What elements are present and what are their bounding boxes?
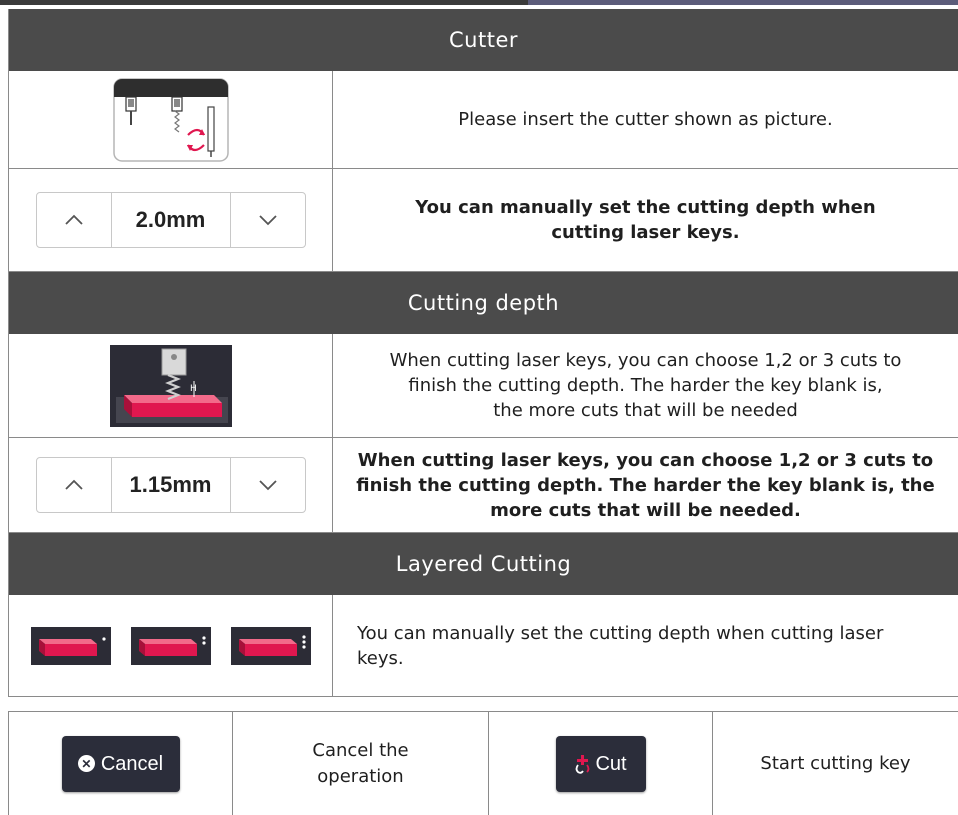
stepper-increase-button[interactable] [37,458,111,512]
depth-image-cell: H [9,334,333,437]
instruction-table: Cutter Please insert the cutter shown as… [8,9,958,697]
cancel-description: Cancel the operation [233,712,489,815]
layered-cutting-description: You can manually set the cutting depth w… [333,595,958,696]
depth-stepper-description: When cutting laser keys, you can choose … [333,438,958,532]
section-header-cutting-depth: Cutting depth [9,272,958,334]
cut-button-label: Cut [595,752,627,775]
description-line: You can manually set the cutting depth w… [357,622,884,644]
stepper-decrease-button[interactable] [231,193,305,247]
description-line: finish the cutting depth. The harder the… [356,474,935,496]
table-row: Please insert the cutter shown as pictur… [9,71,958,169]
depth-stepper-cell: 2.0mm [9,169,333,271]
description-line: When cutting laser keys, you can choose … [389,350,902,371]
svg-text:H: H [190,384,197,394]
description-line: When cutting laser keys, you can choose … [357,449,934,471]
stepper-value: 2.0mm [110,193,231,247]
description-line: more cuts that will be needed. [490,499,801,521]
layer-1-cut-icon[interactable] [30,626,111,665]
description-line: You can manually set the cutting depth w… [415,197,876,218]
footer-actions: ✕ Cancel Cancel the operation Cut Start … [8,711,958,815]
description-line: operation [317,765,404,787]
table-row: You can manually set the cutting depth w… [9,595,958,697]
cutting-depth-icon: H [109,344,232,427]
cutter-image-cell [9,71,333,168]
layer-3-cuts-icon[interactable] [230,626,311,665]
top-border [0,0,958,5]
depth-stepper-description: You can manually set the cutting depth w… [333,169,958,271]
description-line: Cancel the [312,739,409,761]
table-row: 1.15mm When cutting laser keys, you can … [9,438,958,533]
cancel-button-label: Cancel [100,752,164,775]
cutting-depth-stepper[interactable]: 2.0mm [35,192,306,248]
cutting-depth-stepper[interactable]: 1.15mm [35,457,306,513]
cancel-button[interactable]: ✕ Cancel [61,735,180,792]
description-line: finish the cutting depth. The harder the… [408,375,883,396]
chevron-up-icon [64,479,83,490]
depth-stepper-cell: 1.15mm [9,438,333,532]
stepper-increase-button[interactable] [37,193,111,247]
stepper-decrease-button[interactable] [231,458,305,512]
close-circle-icon: ✕ [77,755,95,772]
chevron-down-icon [258,215,277,226]
table-row: H When cutting laser keys, you can choos… [9,334,958,438]
cut-button[interactable]: Cut [555,735,646,792]
description-line: cutting laser keys. [551,222,740,243]
description-line: keys. [357,647,404,669]
chevron-down-icon [258,480,277,491]
cutter-insert-icon [112,77,229,162]
cutter-insert-description: Please insert the cutter shown as pictur… [458,109,833,130]
depth-image-description: When cutting laser keys, you can choose … [333,334,958,437]
stepper-value: 1.15mm [110,458,231,512]
cut-description: Start cutting key [760,752,911,774]
cancel-button-cell: ✕ Cancel [9,712,233,815]
chevron-up-icon [64,214,83,225]
description-line: the more cuts that will be needed [493,400,798,421]
table-row: 2.0mm You can manually set the cutting d… [9,169,958,272]
layer-images-cell [9,595,333,696]
section-header-layered-cutting: Layered Cutting [9,533,958,595]
section-header-cutter: Cutter [9,9,958,71]
layer-2-cuts-icon[interactable] [130,626,211,665]
top-border-accent [528,0,958,5]
cut-button-cell: Cut [489,712,713,815]
cut-icon [576,754,590,774]
